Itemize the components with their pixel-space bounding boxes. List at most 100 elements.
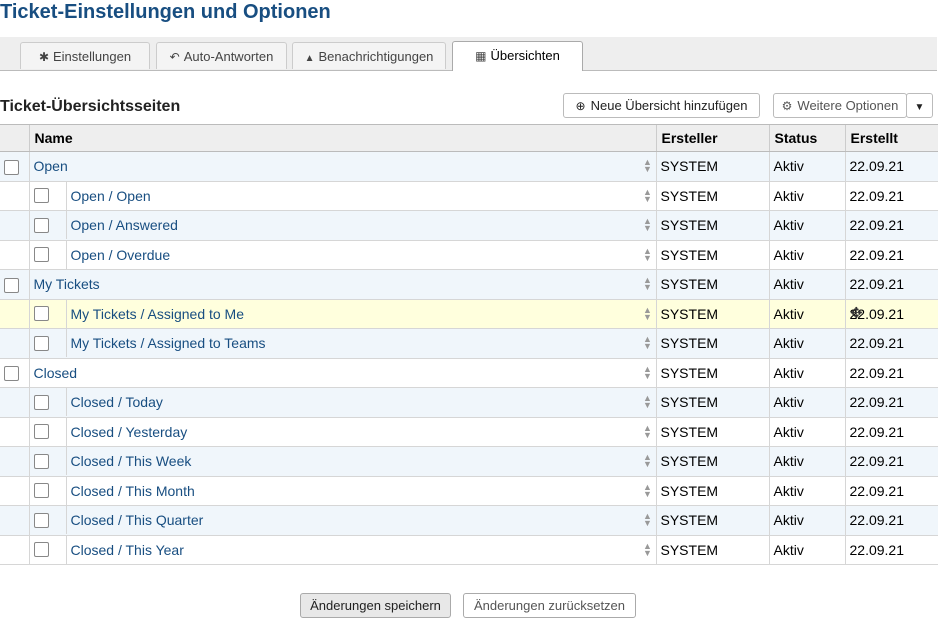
table-row[interactable]: Closed / This Quarter ▲ ▼ SYSTEM Aktiv 22.09.…	[0, 505, 938, 536]
table-row[interactable]: Closed / This Month ▲ ▼ SYSTEM Aktiv 22.09.21	[0, 476, 938, 506]
table-row[interactable]: Closed / Yesterday ▲ ▼ SYSTEM Aktiv 22.09.21	[0, 417, 938, 447]
table-row[interactable]: Open / Answered ▲ ▼ SYSTEM Aktiv 22.09.21	[0, 210, 938, 241]
table-row[interactable]: Open / Open ▲ ▼ SYSTEM Aktiv 22.09.21	[0, 181, 938, 211]
overview-name-link[interactable]: Open / Open	[71, 188, 151, 204]
row-checkbox[interactable]	[33, 542, 49, 558]
overview-name-link[interactable]: My Tickets / Assigned to Me	[71, 306, 245, 322]
row-select-cell	[0, 358, 29, 388]
drag-sort-icon[interactable]: ▲ ▼	[643, 246, 653, 262]
status-cell: Aktiv	[768, 446, 845, 477]
overview-name-link[interactable]: Closed	[34, 365, 78, 381]
row-select-cell	[0, 505, 29, 536]
drag-sort-icon[interactable]: ▲ ▼	[643, 276, 653, 292]
tab-einstellungen[interactable]: ✱ Einstellungen	[20, 42, 150, 69]
row-checkbox[interactable]	[33, 188, 49, 204]
row-checkbox[interactable]	[33, 483, 49, 499]
creator-cell: SYSTEM	[655, 387, 769, 418]
name-cell: My Tickets ▲ ▼	[28, 269, 656, 300]
add-overview-button[interactable]: ⊕ Neue Übersicht hinzufügen	[563, 93, 760, 118]
row-checkbox[interactable]	[33, 424, 49, 440]
overview-name-link[interactable]: Closed / This Year	[71, 542, 184, 558]
row-select-cell	[0, 535, 29, 565]
reset-changes-button[interactable]: Änderungen zurücksetzen	[463, 593, 636, 618]
table-row[interactable]: My Tickets / Assigned to Teams ▲ ▼ SYSTEM Ak…	[0, 328, 938, 359]
table-row[interactable]: Closed / This Week ▲ ▼ SYSTEM Aktiv 22.09.21	[0, 446, 938, 477]
overview-name-link[interactable]: Open	[34, 158, 68, 174]
table-header: Name Ersteller Status Erstellt	[0, 124, 938, 152]
row-checkbox[interactable]	[4, 366, 19, 382]
save-changes-button[interactable]: Änderungen speichern	[300, 593, 451, 618]
tab-auto-antworten[interactable]: ↶ Auto-Antworten	[156, 42, 287, 69]
header-creator[interactable]: Ersteller	[655, 124, 769, 152]
table-row[interactable]: Closed ▲ ▼ SYSTEM Aktiv 22.09.21	[0, 358, 938, 388]
header-created[interactable]: Erstellt	[844, 124, 938, 152]
overview-name-link[interactable]: My Tickets / Assigned to Teams	[71, 335, 266, 351]
overview-name-link[interactable]: Open / Overdue	[71, 247, 171, 263]
row-checkbox[interactable]	[33, 306, 49, 322]
drag-sort-icon[interactable]: ▲ ▼	[643, 158, 653, 174]
name-cell: Open / Answered ▲ ▼	[28, 210, 656, 241]
drag-sort-icon[interactable]: ▲ ▼	[643, 335, 653, 351]
tab-label: Übersichten	[490, 48, 560, 63]
status-cell: Aktiv	[768, 240, 845, 270]
overview-name-link[interactable]: Closed / This Month	[71, 483, 195, 499]
status-cell: Aktiv	[768, 417, 845, 447]
overview-name-link[interactable]: Closed / This Quarter	[71, 512, 204, 528]
overview-name-link[interactable]: Closed / Yesterday	[71, 424, 188, 440]
row-checkbox[interactable]	[4, 159, 19, 175]
creator-cell: SYSTEM	[655, 505, 769, 536]
header-name[interactable]: Name	[28, 124, 656, 152]
tab-benachrichtigungen[interactable]: ▲ Benachrichtigungen	[292, 42, 446, 69]
created-cell: 22.09.21	[844, 240, 938, 270]
overview-name-link[interactable]: Open / Answered	[71, 217, 178, 233]
drag-sort-icon[interactable]: ▲ ▼	[643, 453, 653, 469]
header-status[interactable]: Status	[768, 124, 845, 152]
row-checkbox[interactable]	[4, 277, 19, 293]
asterisk-icon: ✱	[38, 50, 49, 64]
drag-sort-icon[interactable]: ▲ ▼	[643, 482, 653, 498]
status-cell: Aktiv	[768, 358, 845, 388]
drag-sort-icon[interactable]: ▲ ▼	[643, 541, 653, 557]
overview-name-link[interactable]: Closed / This Week	[71, 453, 192, 469]
row-checkbox[interactable]	[33, 335, 49, 351]
name-cell: Open / Overdue ▲ ▼	[28, 240, 656, 270]
name-cell: Open / Open ▲ ▼	[28, 181, 656, 211]
table-row[interactable]: My Tickets ▲ ▼ SYSTEM Aktiv 22.09.21	[0, 269, 938, 300]
drag-sort-icon[interactable]: ▲ ▼	[643, 423, 653, 439]
status-cell: Aktiv	[768, 387, 845, 418]
name-cell: Closed / Yesterday ▲ ▼	[28, 417, 656, 447]
overview-name-link[interactable]: My Tickets	[34, 276, 100, 292]
table-row[interactable]: Open ▲ ▼ SYSTEM Aktiv 22.09.21	[0, 151, 938, 182]
status-cell: Aktiv	[768, 535, 845, 565]
drag-sort-icon[interactable]: ▲ ▼	[643, 187, 653, 203]
tab-uebersichten[interactable]: ▦ Übersichten	[452, 41, 583, 71]
drag-sort-icon[interactable]: ▲ ▼	[643, 364, 653, 380]
table-row[interactable]: Closed / This Year ▲ ▼ SYSTEM Aktiv 22.09.21	[0, 535, 938, 565]
table-row[interactable]: My Tickets / Assigned to Me ▲ ▼ SYSTEM Aktiv…	[0, 299, 938, 329]
row-checkbox[interactable]	[33, 394, 49, 410]
drag-sort-icon[interactable]: ▲ ▼	[643, 305, 653, 321]
table-row[interactable]: Open / Overdue ▲ ▼ SYSTEM Aktiv 22.09.21	[0, 240, 938, 270]
row-select-cell	[0, 476, 29, 506]
status-cell: Aktiv	[768, 210, 845, 241]
row-checkbox[interactable]	[33, 512, 49, 528]
creator-cell: SYSTEM	[655, 328, 769, 359]
row-checkbox[interactable]	[33, 217, 49, 233]
bell-icon: ▲	[304, 53, 315, 64]
more-options-dropdown[interactable]: ▼	[906, 93, 933, 118]
status-cell: Aktiv	[768, 299, 845, 329]
row-select-cell	[0, 240, 29, 270]
status-cell: Aktiv	[768, 328, 845, 359]
row-checkbox[interactable]	[33, 247, 49, 263]
overview-name-link[interactable]: Closed / Today	[71, 394, 163, 410]
row-select-cell	[0, 181, 29, 211]
row-checkbox[interactable]	[33, 453, 49, 469]
row-select-cell	[0, 299, 29, 329]
drag-sort-icon[interactable]: ▲ ▼	[643, 394, 653, 410]
table-row[interactable]: Closed / Today ▲ ▼ SYSTEM Aktiv 22.09.21	[0, 387, 938, 418]
gear-icon: ⚙	[781, 99, 793, 113]
more-options-button[interactable]: ⚙ Weitere Optionen	[773, 93, 907, 118]
status-cell: Aktiv	[768, 505, 845, 536]
drag-sort-icon[interactable]: ▲ ▼	[643, 217, 653, 233]
drag-sort-icon[interactable]: ▲ ▼	[643, 512, 653, 528]
